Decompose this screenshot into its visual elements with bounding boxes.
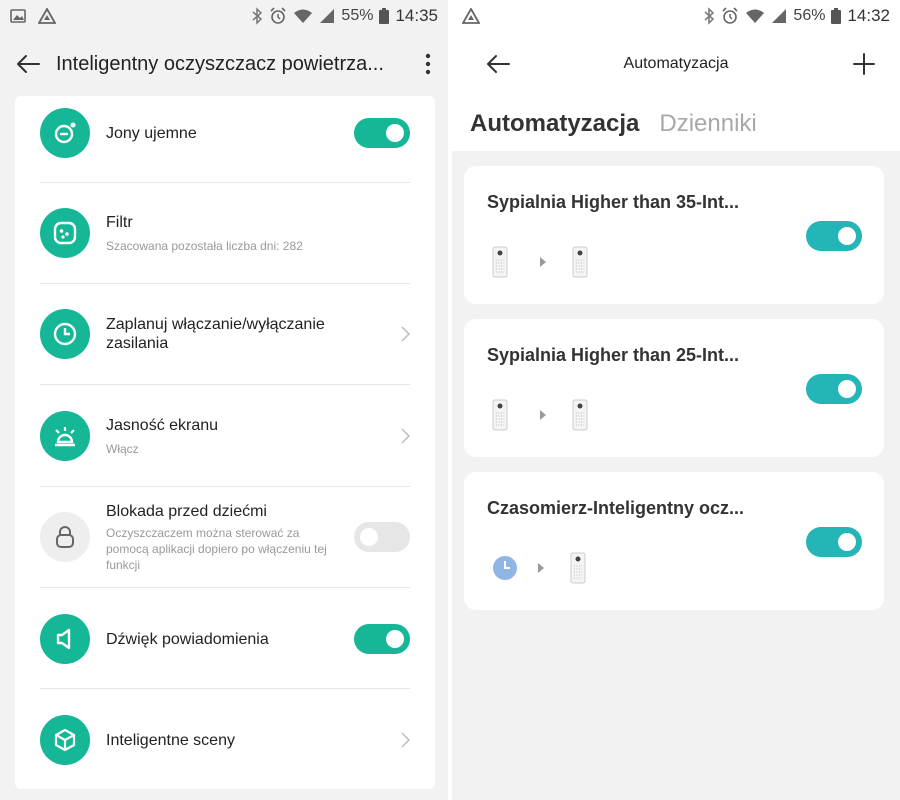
- app-header: Inteligentny oczyszczacz powietrza...: [0, 32, 448, 96]
- arrow-right-icon: [540, 257, 546, 267]
- bluetooth-icon: [704, 7, 715, 25]
- divider: [40, 283, 410, 284]
- filter-icon: [40, 208, 90, 258]
- air-purifier-icon: [492, 399, 508, 431]
- setting-title: Blokada przed dziećmi: [106, 502, 267, 520]
- automation-toggle[interactable]: [806, 221, 862, 251]
- air-purifier-icon: [572, 399, 588, 431]
- setting-subtitle: Włącz: [106, 441, 139, 456]
- negative-ions-toggle[interactable]: [354, 118, 410, 148]
- setting-power-schedule[interactable]: Zaplanuj włączanie/wyłączanie zasilania: [40, 307, 410, 361]
- battery-percentage: 55%: [341, 7, 374, 24]
- chevron-right-icon: [390, 326, 410, 342]
- automation-card[interactable]: Sypialnia Higher than 35-Int...: [464, 166, 884, 304]
- chevron-right-icon: [390, 732, 410, 748]
- notification-sound-toggle[interactable]: [354, 624, 410, 654]
- battery-icon: [831, 8, 842, 24]
- gallery-notification-icon: [10, 9, 26, 23]
- setting-title: Dźwięk powiadomienia: [106, 630, 269, 648]
- page-title: Inteligentny oczyszczacz powietrza...: [56, 52, 384, 75]
- status-bar: 56% 14:32: [452, 0, 900, 32]
- chevron-right-icon: [390, 428, 410, 444]
- signal-icon: [320, 9, 335, 23]
- more-vertical-icon: [425, 53, 431, 75]
- alarm-icon: [722, 7, 738, 24]
- setting-child-lock: Blokada przed dziećmi Oczyszczaczem możn…: [40, 501, 410, 573]
- child-lock-toggle[interactable]: [354, 522, 410, 552]
- back-button[interactable]: [0, 36, 56, 92]
- status-bar: 55% 14:35: [0, 0, 448, 32]
- automation-flow: [492, 246, 588, 278]
- setting-title: Filtr: [106, 213, 133, 231]
- divider: [40, 384, 410, 385]
- app-notification-icon: [38, 8, 56, 24]
- automation-toggle[interactable]: [806, 374, 862, 404]
- wifi-icon: [746, 9, 765, 23]
- timer-clock-icon: [493, 556, 517, 580]
- plus-icon: [853, 53, 875, 75]
- clock-icon: [40, 309, 90, 359]
- alarm-icon: [270, 7, 286, 24]
- setting-smart-scenes[interactable]: Inteligentne sceny: [40, 714, 410, 766]
- tab-logs[interactable]: Dzienniki: [659, 110, 756, 138]
- setting-title: Zaplanuj włączanie/wyłączanie zasilania: [106, 316, 325, 352]
- left-screen: 55% 14:35 Inteligentny oczyszczacz powie…: [0, 0, 448, 800]
- setting-negative-ions: Jony ujemne: [40, 107, 410, 159]
- tab-automation[interactable]: Automatyzacja: [470, 110, 639, 138]
- more-options-button[interactable]: [408, 36, 448, 92]
- arrow-right-icon: [540, 410, 546, 420]
- divider: [40, 587, 410, 588]
- setting-title: Inteligentne sceny: [106, 731, 235, 749]
- automation-flow: [492, 399, 588, 431]
- settings-card: Jony ujemne Filtr Szacowana pozostała li…: [15, 96, 435, 789]
- automation-card[interactable]: Sypialnia Higher than 25-Int...: [464, 319, 884, 457]
- arrow-left-icon: [17, 55, 40, 73]
- air-purifier-icon: [572, 246, 588, 278]
- back-button[interactable]: [470, 36, 526, 92]
- tab-bar: Automatyzacja Dzienniki: [452, 96, 900, 151]
- setting-subtitle: Szacowana pozostała liczba dni: 282: [106, 238, 303, 253]
- app-notification-icon: [462, 8, 480, 24]
- battery-percentage: 56%: [793, 7, 826, 24]
- automation-flow: [492, 552, 586, 584]
- battery-icon: [379, 8, 390, 24]
- wifi-icon: [294, 9, 313, 23]
- automation-title: Sypialnia Higher than 25-Int...: [487, 345, 740, 365]
- automation-toggle[interactable]: [806, 527, 862, 557]
- lock-icon: [40, 512, 90, 562]
- divider: [40, 182, 410, 183]
- setting-title: Jony ujemne: [106, 124, 197, 142]
- arrow-right-icon: [538, 563, 544, 573]
- brightness-icon: [40, 411, 90, 461]
- right-screen: 56% 14:32 Automatyzacja Automatyzacja Dz…: [452, 0, 900, 800]
- setting-filter[interactable]: Filtr Szacowana pozostała liczba dni: 28…: [40, 206, 410, 260]
- clock-time: 14:32: [847, 6, 890, 25]
- automation-title: Sypialnia Higher than 35-Int...: [487, 192, 740, 212]
- divider: [40, 486, 410, 487]
- setting-subtitle: Oczyszczaczem można sterować za pomocą a…: [106, 525, 327, 572]
- setting-notification-sound: Dźwięk powiadomienia: [40, 613, 410, 665]
- signal-icon: [772, 9, 787, 23]
- clock-time: 14:35: [395, 6, 438, 25]
- add-automation-button[interactable]: [840, 36, 888, 92]
- divider: [40, 688, 410, 689]
- air-purifier-icon: [570, 552, 586, 584]
- arrow-left-icon: [487, 55, 510, 73]
- automation-card[interactable]: Czasomierz-Inteligentny ocz...: [464, 472, 884, 610]
- cube-icon: [40, 715, 90, 765]
- bluetooth-icon: [252, 7, 263, 25]
- speaker-icon: [40, 614, 90, 664]
- automation-title: Czasomierz-Inteligentny ocz...: [487, 498, 745, 518]
- air-purifier-icon: [492, 246, 508, 278]
- setting-title: Jasność ekranu: [106, 416, 219, 434]
- setting-screen-brightness[interactable]: Jasność ekranu Włącz: [40, 409, 410, 463]
- app-header: Automatyzacja: [452, 32, 900, 96]
- negative-ions-icon: [40, 108, 90, 158]
